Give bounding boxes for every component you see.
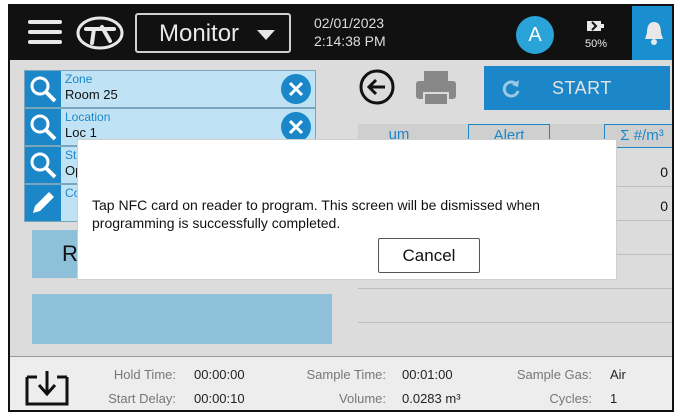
start-delay-label: Start Delay: (108, 391, 176, 406)
volume-value: 0.0283 m³ (402, 391, 461, 406)
notifications-button[interactable] (632, 6, 672, 60)
clear-icon[interactable] (281, 112, 311, 142)
cancel-button[interactable]: Cancel (378, 238, 480, 273)
sample-time-value: 00:01:00 (402, 367, 453, 382)
hold-time-label: Hold Time: (113, 367, 176, 382)
location-value: Loc 1 (65, 125, 97, 140)
search-icon[interactable] (25, 147, 61, 183)
nfc-programming-dialog: Tap NFC card on reader to program. This … (78, 140, 616, 279)
brand-logo (76, 16, 124, 50)
cycles-label: Cycles: (549, 391, 592, 406)
refresh-icon (502, 80, 520, 98)
location-label: Location (65, 110, 111, 124)
search-icon[interactable] (25, 71, 61, 107)
zone-label: Zone (65, 72, 93, 86)
pencil-icon[interactable] (25, 185, 61, 221)
volume-label: Volume: (339, 391, 386, 406)
hamburger-menu-icon[interactable] (24, 17, 66, 47)
sample-time-label: Sample Time: (306, 367, 386, 382)
search-icon[interactable] (25, 109, 61, 145)
row-divider (358, 288, 672, 289)
zone-field[interactable]: Zone Room 25 (24, 70, 316, 108)
bell-icon (645, 22, 663, 45)
download-icon[interactable] (24, 365, 70, 407)
chevron-down-icon (257, 30, 275, 40)
row-divider (358, 322, 672, 323)
status-label: St (65, 148, 77, 162)
top-bar: Monitor 02/01/2023 2:14:38 PM A 50% (10, 6, 672, 60)
sample-gas-label: Sample Gas: (516, 367, 592, 382)
battery-percent: 50% (584, 38, 608, 50)
battery-indicator: 50% (576, 18, 616, 52)
clear-icon[interactable] (281, 74, 311, 104)
secondary-button[interactable] (32, 294, 332, 344)
table-cell: 0 (660, 198, 668, 214)
date-text: 02/01/2023 (314, 15, 385, 31)
date-time: 02/01/2023 2:14:38 PM (314, 14, 386, 50)
time-text: 2:14:38 PM (314, 33, 386, 49)
view-selector-label: Monitor (159, 20, 240, 47)
user-avatar[interactable]: A (516, 16, 554, 54)
battery-plug-icon (587, 21, 604, 31)
sample-gas-value: Air (610, 367, 626, 382)
back-arrow-icon[interactable] (358, 68, 396, 106)
start-button-label: START (552, 78, 612, 98)
table-cell: 0 (660, 164, 668, 180)
zone-value: Room 25 (65, 87, 118, 102)
start-button[interactable]: START (484, 66, 670, 110)
printer-icon[interactable] (412, 68, 460, 108)
dialog-message: Tap NFC card on reader to program. This … (92, 197, 540, 231)
start-delay-value: 00:00:10 (194, 391, 245, 406)
view-selector-dropdown[interactable]: Monitor (135, 13, 291, 53)
cycles-value: 1 (610, 391, 618, 406)
hold-time-value: 00:00:00 (194, 367, 245, 382)
status-footer: Hold Time: 00:00:00 Start Delay: 00:00:1… (10, 356, 672, 410)
